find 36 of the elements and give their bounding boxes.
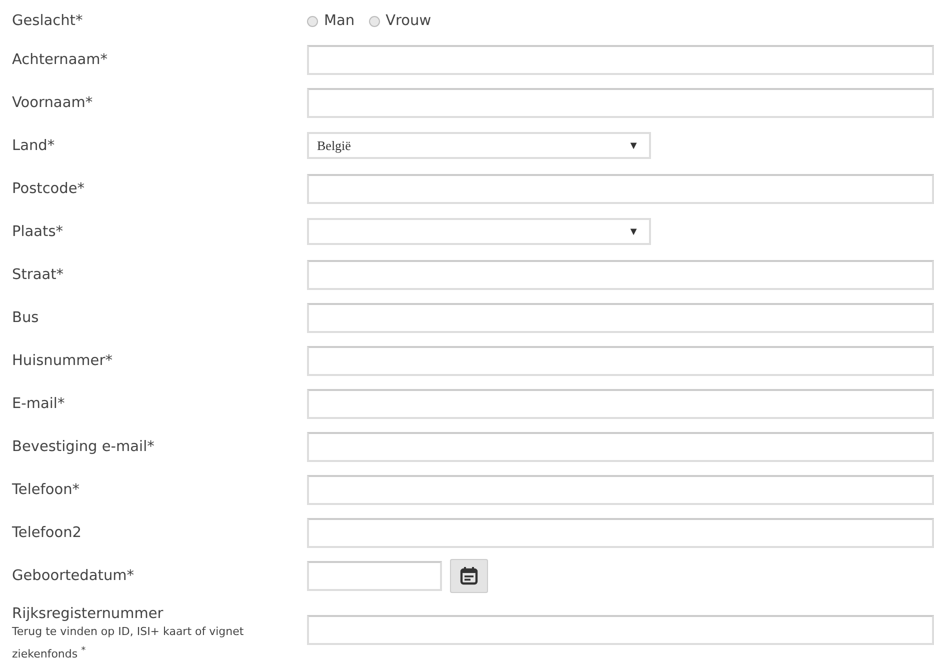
field-hint: Terug te vinden op ID, ISI+ kaart of vignet ziekenfonds $^{*}$	[12, 624, 245, 663]
input-field[interactable]	[307, 174, 934, 204]
dropdown[interactable]: ▼	[307, 218, 651, 245]
field-label: Geslacht*	[12, 13, 84, 29]
radio-button[interactable]	[307, 16, 318, 26]
radio-label: Man	[324, 13, 355, 29]
input-field[interactable]	[307, 518, 934, 548]
field-label: Achternaam*	[12, 52, 108, 68]
field-label: Land*	[12, 138, 56, 154]
field-label: Bus	[12, 310, 40, 326]
field-label: Postcode*	[12, 180, 86, 196]
input-field[interactable]	[307, 474, 934, 504]
field-label: Telefoon*	[12, 482, 81, 498]
radio-button[interactable]	[368, 16, 380, 26]
field-label: Telefoon2	[12, 524, 83, 540]
calendar-button[interactable]	[450, 558, 488, 592]
input-field[interactable]	[307, 346, 934, 376]
field-label: Voornaam*	[12, 94, 94, 110]
input-field[interactable]	[307, 615, 934, 645]
input-field[interactable]	[307, 432, 934, 462]
input-field[interactable]	[307, 260, 934, 290]
calendar-icon	[459, 566, 479, 586]
field-label: Bevestiging e-mail*	[12, 438, 156, 454]
field-label: Straat*	[12, 266, 65, 282]
radio-label: Vrouw	[386, 13, 432, 29]
field-label: Huisnummer*	[12, 352, 114, 368]
input-field[interactable]	[307, 44, 934, 74]
field-label: E-mail*	[12, 396, 66, 412]
field-label: Rijksregisternummer	[12, 606, 164, 622]
field-label: Geboortedatum*	[12, 568, 136, 584]
date-field[interactable]	[307, 560, 442, 590]
dropdown[interactable]: België ▼	[307, 132, 651, 159]
field-label: Plaats*	[12, 224, 64, 240]
input-field[interactable]	[307, 302, 934, 332]
input-field[interactable]	[307, 388, 934, 418]
input-field[interactable]	[307, 88, 934, 118]
